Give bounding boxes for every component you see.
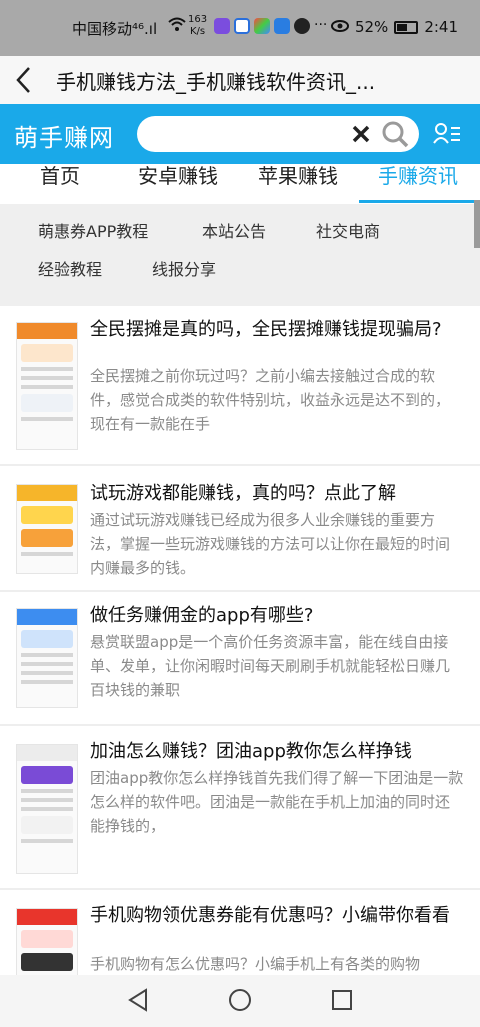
article-thumbnail	[16, 484, 78, 574]
clock: 2:41	[424, 18, 458, 36]
subnav-item-announcements[interactable]: 本站公告	[202, 218, 266, 242]
article-title[interactable]: 做任务赚佣金的app有哪些?	[90, 604, 462, 628]
battery-percent: 52%	[354, 18, 389, 36]
subnav-item-experience[interactable]: 经验教程	[38, 256, 102, 280]
tab-news[interactable]: 手赚资讯	[378, 164, 458, 204]
user-menu-icon[interactable]	[433, 122, 461, 150]
article-thumbnail	[16, 322, 78, 450]
wifi-icon	[168, 17, 186, 37]
active-tab-indicator	[359, 200, 480, 203]
more-notifications: ···	[314, 17, 328, 33]
app-notification-icon	[214, 18, 230, 34]
main-tabs: 首页 安卓赚钱 苹果赚钱 手赚资讯	[0, 164, 480, 204]
browser-title-bar: 手机赚钱方法_手机赚钱软件资讯_...	[0, 56, 480, 104]
list-item[interactable]: 加油怎么赚钱？团油app教你怎么样挣钱 团油app教你怎么样挣钱首先我们得了解一…	[0, 726, 480, 890]
article-title[interactable]: 加油怎么赚钱？团油app教你怎么样挣钱	[90, 740, 462, 764]
app-notification-icon	[234, 18, 250, 34]
list-item[interactable]: 手机购物领优惠券能有优惠吗？小编带你看看 手机购物有怎么优惠吗？小编手机上有各类…	[0, 890, 480, 975]
search-input[interactable]	[151, 122, 351, 146]
article-thumbnail	[16, 908, 78, 975]
page-title: 手机赚钱方法_手机赚钱软件资讯_...	[56, 70, 376, 94]
article-desc: 通过试玩游戏赚钱已经成为很多人业余赚钱的重要方法，掌握一些玩游戏赚钱的方法可以让…	[90, 511, 451, 577]
app-notification-icon	[254, 18, 270, 34]
subnav-item-coupon-tutorial[interactable]: 萌惠券APP教程	[38, 218, 148, 242]
sub-nav: 萌惠券APP教程 本站公告 社交电商 经验教程 线报分享	[0, 204, 480, 306]
article-thumbnail	[16, 744, 78, 874]
article-desc: 团油app教你怎么样挣钱首先我们得了解一下团油是一款怎么样的软件吧。团油是一款能…	[90, 769, 464, 835]
nav-recents-icon[interactable]	[330, 987, 354, 1017]
nav-back-icon[interactable]	[126, 987, 150, 1017]
eye-icon	[330, 18, 349, 36]
subnav-item-deal-share[interactable]: 线报分享	[152, 256, 216, 280]
notification-icons: ···	[214, 18, 327, 34]
clear-icon[interactable]	[351, 121, 371, 149]
tab-home[interactable]: 首页	[40, 164, 80, 204]
site-header: 萌手赚网	[0, 104, 480, 164]
scrollbar[interactable]	[474, 200, 480, 248]
tab-android[interactable]: 安卓赚钱	[138, 164, 218, 204]
site-logo[interactable]: 萌手赚网	[14, 118, 114, 153]
list-item[interactable]: 试玩游戏都能赚钱，真的吗？点此了解 通过试玩游戏赚钱已经成为很多人业余赚钱的重要…	[0, 466, 480, 592]
back-arrow-icon[interactable]	[14, 60, 46, 100]
article-desc: 悬赏联盟app是一个高价任务资源丰富，能在线自由接单、发单，让你闲暇时间每天刷刷…	[90, 633, 451, 699]
article-title[interactable]: 手机购物领优惠券能有优惠吗？小编带你看看	[90, 904, 462, 928]
status-right: 52% 2:41	[330, 18, 458, 36]
article-desc: 全民摆摊之前你玩过吗？之前小编去接触过合成的软件，感觉合成类的软件特别坑，收益永…	[90, 367, 451, 433]
wechat-icon	[294, 18, 310, 34]
list-item[interactable]: 全民摆摊是真的吗，全民摆摊赚钱提现骗局? 全民摆摊之前你玩过吗？之前小编去接触过…	[0, 306, 480, 466]
subnav-item-social-ecommerce[interactable]: 社交电商	[316, 218, 380, 242]
battery-icon	[394, 20, 419, 34]
search-icon[interactable]	[381, 120, 409, 152]
article-thumbnail	[16, 608, 78, 708]
carrier-label: 中国移动⁴⁶.ıl	[72, 20, 158, 38]
nav-home-icon[interactable]	[227, 987, 253, 1017]
article-title[interactable]: 全民摆摊是真的吗，全民摆摊赚钱提现骗局?	[90, 318, 462, 342]
tab-apple[interactable]: 苹果赚钱	[258, 164, 338, 204]
status-bar: 中国移动⁴⁶.ıl 163 K/s ··· 52% 2:41	[0, 0, 480, 56]
search-box	[137, 116, 419, 152]
net-speed: 163 K/s	[188, 14, 208, 37]
system-nav-bar	[0, 975, 480, 1027]
list-item[interactable]: 做任务赚佣金的app有哪些? 悬赏联盟app是一个高价任务资源丰富，能在线自由接…	[0, 592, 480, 726]
app-notification-icon	[274, 18, 290, 34]
article-desc: 手机购物有怎么优惠吗？小编手机上有各类的购物	[90, 955, 421, 973]
article-title[interactable]: 试玩游戏都能赚钱，真的吗？点此了解	[90, 482, 462, 506]
